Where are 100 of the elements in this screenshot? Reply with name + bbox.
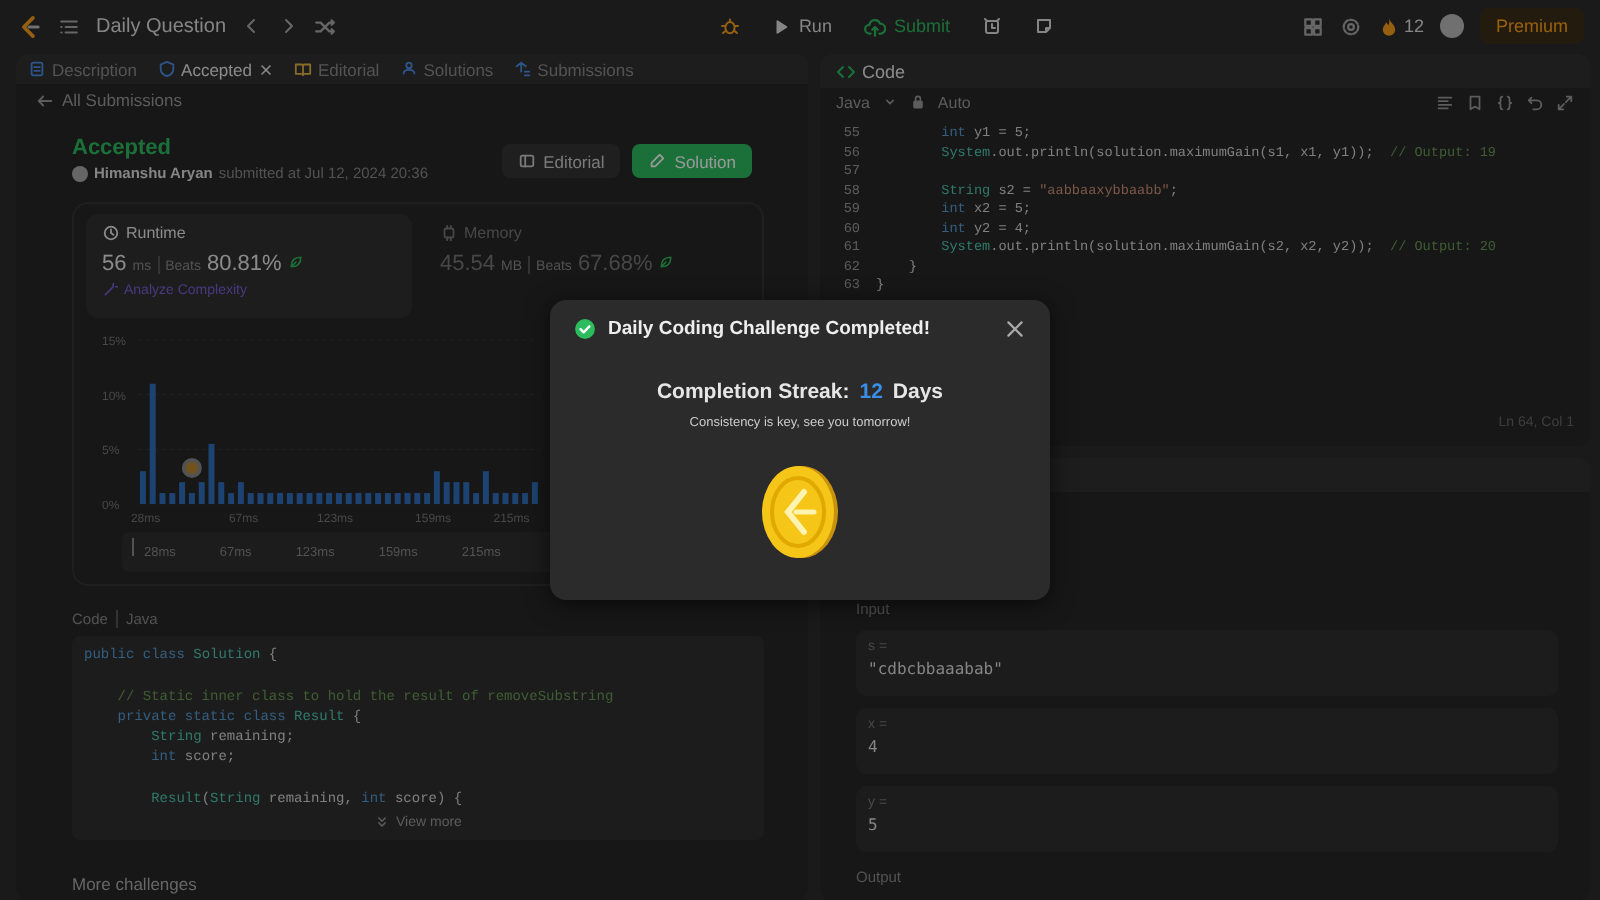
chart-bar[interactable]: [492, 493, 499, 504]
chart-bar[interactable]: [365, 493, 372, 504]
chart-bar[interactable]: [433, 471, 440, 504]
chart-bar[interactable]: [473, 493, 480, 504]
chart-bar[interactable]: [463, 482, 470, 504]
close-icon[interactable]: [257, 61, 274, 77]
chart-bar[interactable]: [267, 493, 274, 504]
dialog-title: Daily Coding Challenge Completed!: [608, 318, 932, 340]
document-icon: [28, 60, 46, 78]
chart-bar[interactable]: [512, 493, 519, 504]
play-icon: [772, 17, 791, 35]
editorial-button[interactable]: Editorial: [501, 144, 621, 178]
coin-drawing: [760, 464, 840, 560]
leaf-icon: [287, 254, 304, 270]
chart-bar[interactable]: [335, 493, 342, 504]
chart-bar[interactable]: [257, 493, 264, 504]
history-icon: [513, 60, 532, 78]
chart-bar[interactable]: [306, 493, 313, 504]
streak-counter[interactable]: 12: [1377, 15, 1424, 37]
cloud-upload-icon: [863, 15, 886, 37]
list-icon[interactable]: [58, 15, 80, 37]
back-arrow-icon[interactable]: [36, 91, 54, 109]
chevrons-down-icon: [374, 814, 391, 831]
chart-bar[interactable]: [531, 482, 538, 504]
parameter-value: "cdbcbbaaabab": [868, 660, 1005, 678]
leaf-icon: [658, 254, 675, 270]
chart-bar[interactable]: [482, 471, 489, 504]
check-circle-icon: [574, 318, 596, 340]
book-icon: [517, 152, 536, 170]
more-challenges-heading: More challenges: [70, 874, 199, 898]
chart-bar[interactable]: [453, 482, 460, 504]
braces-icon[interactable]: [1496, 93, 1514, 111]
chart-bar[interactable]: [326, 493, 333, 504]
chart-bar[interactable]: [316, 493, 323, 504]
chevron-down-icon[interactable]: [881, 94, 898, 110]
flame-icon: [1377, 15, 1400, 37]
lock-icon: [909, 94, 926, 110]
expand-icon[interactable]: [1556, 93, 1574, 111]
avatar[interactable]: [1439, 14, 1464, 38]
autocomplete-mode[interactable]: Auto: [937, 93, 971, 111]
grid-icon[interactable]: [1301, 15, 1324, 37]
chart-bar[interactable]: [277, 493, 284, 504]
chart-bar[interactable]: [286, 493, 293, 504]
author-avatar: [72, 165, 88, 181]
all-submissions-link[interactable]: All Submissions: [62, 90, 182, 110]
streak-count: 12: [859, 380, 883, 404]
chart-bar[interactable]: [375, 493, 382, 504]
chart-bar[interactable]: [355, 493, 362, 504]
book-icon: [293, 60, 312, 78]
chart-bar[interactable]: [502, 493, 509, 504]
chart-bar[interactable]: [169, 493, 176, 504]
streak-label: Completion Streak:: [656, 380, 850, 404]
premium-button[interactable]: Premium: [1479, 8, 1584, 44]
submission-marker-icon: [181, 458, 202, 478]
chart-bar[interactable]: [443, 482, 450, 504]
chip-icon: [440, 224, 458, 242]
chart-bar[interactable]: [159, 493, 166, 504]
close-icon: [1004, 318, 1026, 340]
shuffle-icon[interactable]: [314, 15, 337, 37]
stat-value: 56: [102, 252, 127, 276]
settings-icon[interactable]: [1339, 15, 1362, 37]
code-icon: [836, 61, 856, 81]
chart-bar[interactable]: [424, 493, 431, 504]
chart-bar[interactable]: [414, 493, 421, 504]
panel-title: Code: [862, 61, 906, 81]
range-handle[interactable]: [132, 538, 134, 556]
panel-tab[interactable]: Accepted: [157, 59, 274, 79]
streak-unit: Days: [892, 380, 944, 404]
parameter-value: 4: [868, 738, 880, 756]
chart-bar[interactable]: [188, 493, 195, 504]
chart-bar[interactable]: [179, 482, 186, 504]
problem-list-title[interactable]: Daily Question: [96, 15, 227, 37]
chart-bar[interactable]: [247, 493, 254, 504]
chart-bar[interactable]: [208, 443, 215, 504]
chart-bar[interactable]: [296, 493, 303, 504]
chart-bar[interactable]: [149, 383, 156, 504]
chart-bar[interactable]: [218, 482, 225, 504]
bug-icon: [720, 16, 741, 36]
chart-bar[interactable]: [384, 493, 391, 504]
language-selector[interactable]: Java: [836, 93, 870, 111]
parameter-value: 5: [868, 816, 880, 834]
chart-bar[interactable]: [522, 493, 529, 504]
close-button[interactable]: [1004, 318, 1026, 340]
edit-icon: [648, 152, 667, 170]
chart-bar[interactable]: [228, 493, 235, 504]
chart-bar[interactable]: [139, 471, 146, 504]
chart-bar[interactable]: [237, 482, 244, 504]
beats-percent: 80.81%: [207, 252, 282, 276]
bookmark-icon[interactable]: [1466, 93, 1484, 111]
chart-bar[interactable]: [394, 493, 401, 504]
user-icon: [399, 60, 418, 78]
clock-icon: [102, 224, 120, 242]
solution-button[interactable]: Solution: [632, 144, 752, 178]
shield-icon: [157, 60, 176, 78]
submission-status: Accepted: [72, 136, 174, 160]
format-icon[interactable]: [1436, 93, 1454, 111]
chart-bar[interactable]: [345, 493, 352, 504]
chart-bar[interactable]: [404, 493, 411, 504]
undo-icon[interactable]: [1526, 93, 1544, 111]
chart-bar[interactable]: [198, 482, 205, 504]
